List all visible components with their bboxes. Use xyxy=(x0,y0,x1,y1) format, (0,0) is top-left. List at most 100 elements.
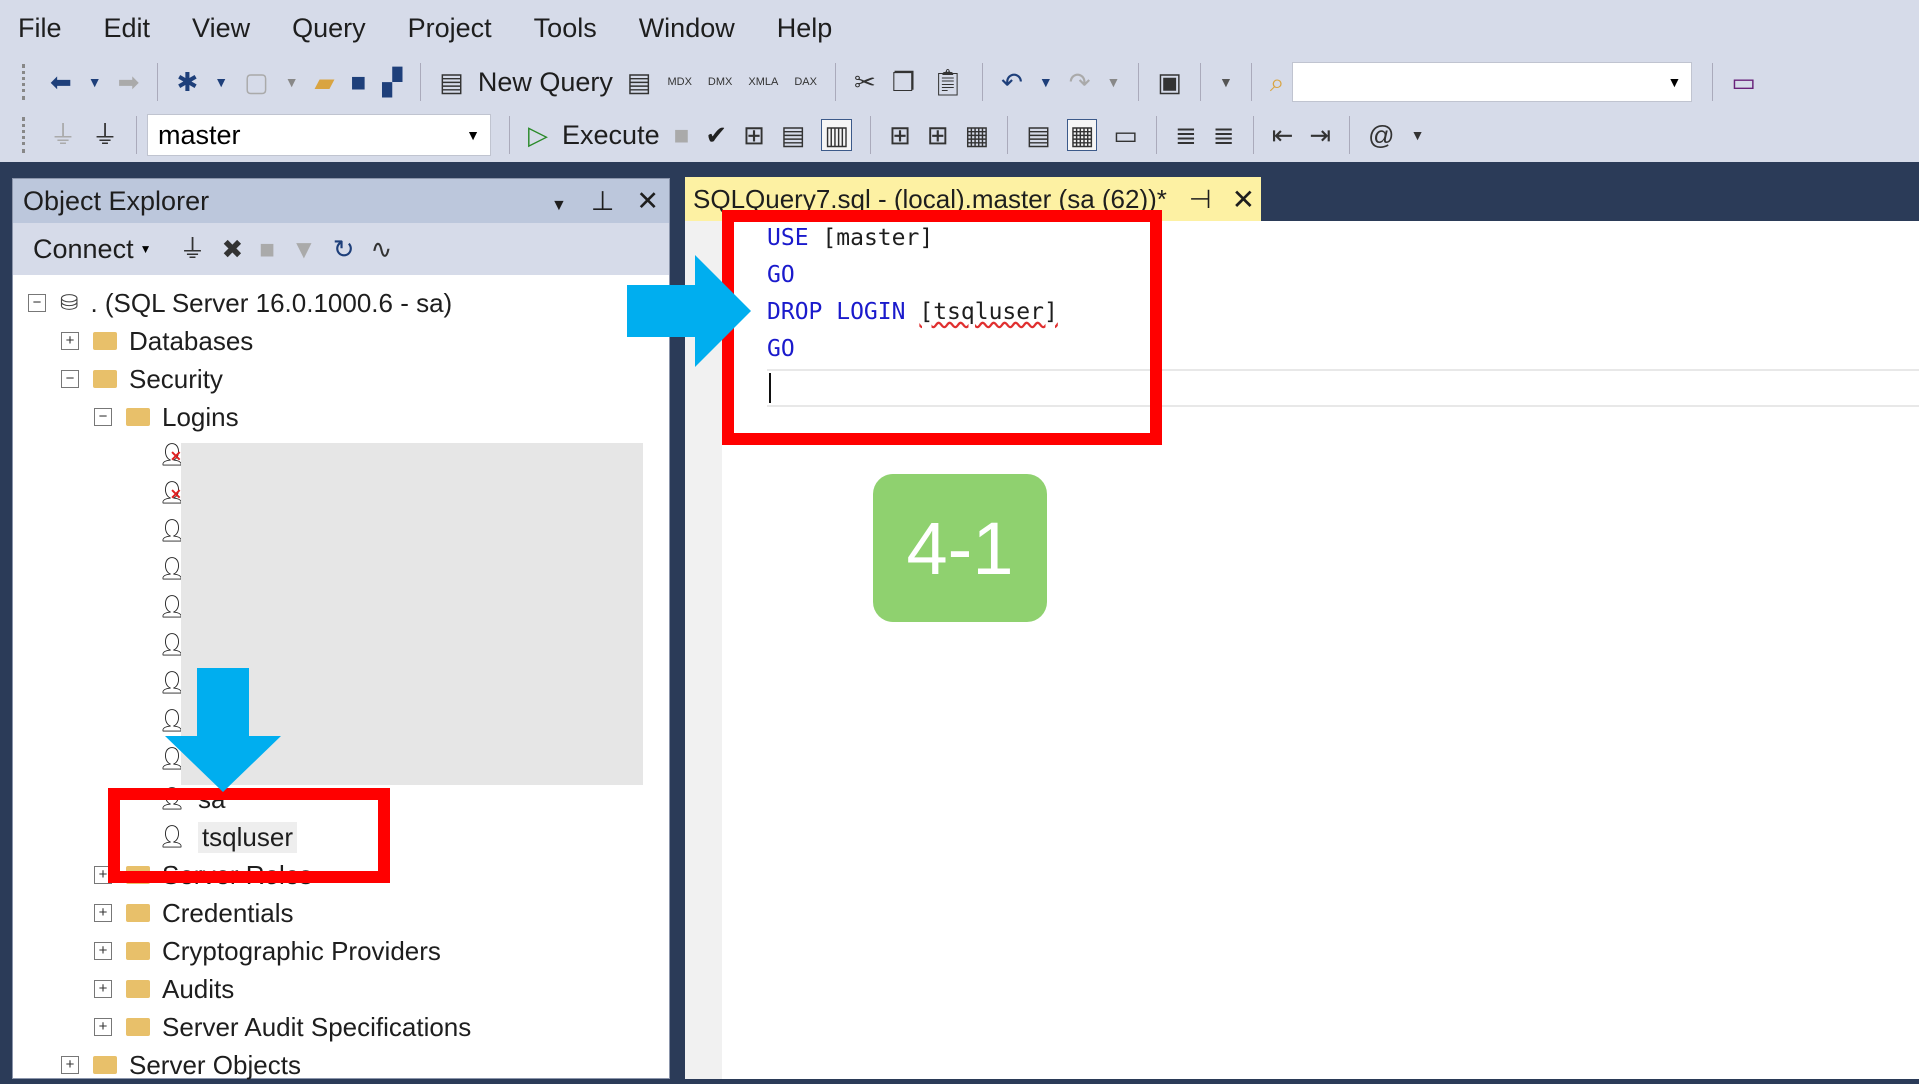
execute-icon[interactable]: ▷ xyxy=(528,122,548,148)
object-explorer-header: Object Explorer ▼ ⊥ ✕ xyxy=(13,179,669,223)
find-icon[interactable]: ⌕ xyxy=(1270,69,1285,95)
tree-label: Server Objects xyxy=(129,1049,301,1080)
dropdown-icon[interactable]: ▼ xyxy=(285,75,299,89)
pin-icon[interactable]: ⊣ xyxy=(1189,184,1212,215)
dropdown-icon[interactable]: ▼ xyxy=(1039,75,1053,89)
activity-monitor-icon[interactable]: ▣ xyxy=(1157,69,1182,95)
uncomment-icon[interactable]: ≣ xyxy=(1213,122,1235,148)
menu-file[interactable]: File xyxy=(18,13,62,44)
connect-dropdown-icon[interactable]: ▼ xyxy=(140,242,152,256)
tree-node-logins[interactable]: − Logins xyxy=(94,398,239,436)
mdx-query-icon[interactable]: MDX xyxy=(667,76,691,88)
new-query-button[interactable]: New Query xyxy=(478,67,613,98)
menu-edit[interactable]: Edit xyxy=(104,13,151,44)
database-select[interactable]: master ▼ xyxy=(147,114,492,156)
activity-monitor-icon[interactable]: ∿ xyxy=(371,236,393,262)
connect-button[interactable]: Connect xyxy=(33,234,134,265)
new-query-icon[interactable]: ▤ xyxy=(439,69,464,95)
xmla-query-icon[interactable]: XMLA xyxy=(748,76,778,88)
menu-help[interactable]: Help xyxy=(777,13,833,44)
menu-query[interactable]: Query xyxy=(292,13,366,44)
toolbar-options-icon[interactable]: ▼ xyxy=(1411,128,1425,142)
tree-node-databases[interactable]: + Databases xyxy=(61,322,253,360)
specify-template-values-icon[interactable]: @ xyxy=(1368,122,1394,148)
intellisense-icon[interactable]: ▥ xyxy=(821,119,853,151)
menu-tools[interactable]: Tools xyxy=(534,13,597,44)
tree-node-credentials[interactable]: + Credentials xyxy=(94,894,294,932)
comment-icon[interactable]: ≣ xyxy=(1175,122,1197,148)
change-connection-icon[interactable]: ⏚ xyxy=(92,122,118,148)
toolbar-grip[interactable] xyxy=(22,117,28,153)
menu-window[interactable]: Window xyxy=(639,13,735,44)
results-to-text-icon[interactable]: ▤ xyxy=(1026,122,1051,148)
step-badge: 4-1 xyxy=(873,474,1047,622)
tree-node-security[interactable]: − Security xyxy=(61,360,223,398)
live-stats-icon[interactable]: ⊞ xyxy=(927,122,949,148)
database-engine-query-icon[interactable]: ▤ xyxy=(627,69,652,95)
add-item-icon[interactable]: ▢ xyxy=(244,69,269,95)
close-icon[interactable]: ✕ xyxy=(636,186,659,216)
toolbar-grip[interactable] xyxy=(22,64,28,100)
indent-icon[interactable]: ⇥ xyxy=(1309,122,1331,148)
folder-icon xyxy=(93,332,117,350)
paste-icon[interactable]: 📋︎ xyxy=(931,69,964,95)
copy-icon[interactable]: ❐ xyxy=(892,69,915,95)
results-to-file-icon[interactable]: ▭ xyxy=(1113,122,1138,148)
folder-icon xyxy=(93,1056,117,1074)
redo-icon[interactable]: ↷ xyxy=(1069,69,1091,95)
back-icon[interactable]: ⬅ xyxy=(50,69,72,95)
folder-icon xyxy=(126,904,150,922)
save-all-icon[interactable]: ▞ xyxy=(382,69,402,95)
refresh-icon[interactable]: ↻ xyxy=(333,236,355,262)
estimated-plan-icon[interactable]: ⊞ xyxy=(743,122,765,148)
folder-icon xyxy=(126,942,150,960)
dropdown-icon[interactable]: ▼ xyxy=(1107,75,1121,89)
dmx-query-icon[interactable]: DMX xyxy=(708,76,732,88)
highlight-box-query xyxy=(722,210,1162,445)
connect-plug-icon[interactable]: ⏚ xyxy=(179,236,205,262)
tree-node-audits[interactable]: + Audits xyxy=(94,970,234,1008)
tree-node-cryptographic-providers[interactable]: + Cryptographic Providers xyxy=(94,932,441,970)
client-stats-icon[interactable]: ▦ xyxy=(965,122,990,148)
stop-icon[interactable]: ■ xyxy=(674,122,690,148)
folder-icon xyxy=(126,1018,150,1036)
dropdown-icon[interactable]: ▼ xyxy=(88,75,102,89)
filter-icon[interactable]: ▼ xyxy=(291,236,317,262)
outdent-icon[interactable]: ⇤ xyxy=(1272,122,1294,148)
tree-label: Databases xyxy=(129,325,254,356)
arrow-down-icon xyxy=(165,668,281,792)
execute-button[interactable]: Execute xyxy=(562,120,660,151)
connect-icon[interactable]: ⏚ xyxy=(50,122,76,148)
arrow-right-icon xyxy=(627,255,751,367)
tree-node-server-objects[interactable]: + Server Objects xyxy=(61,1046,301,1084)
menu-project[interactable]: Project xyxy=(408,13,492,44)
undo-icon[interactable]: ↶ xyxy=(1001,69,1023,95)
parse-icon[interactable]: ✔ xyxy=(705,122,727,148)
close-tab-icon[interactable]: ✕ xyxy=(1232,183,1255,216)
window-position-icon[interactable]: ▼ xyxy=(551,197,567,214)
pin-icon[interactable]: ⊥ xyxy=(591,186,615,216)
tree-node-server-audit-specifications[interactable]: + Server Audit Specifications xyxy=(94,1008,471,1046)
visual-studio-icon[interactable]: ▭ xyxy=(1731,69,1756,95)
forward-icon[interactable]: ➡ xyxy=(118,69,140,95)
dax-query-icon[interactable]: DAX xyxy=(794,76,817,88)
tree-label: Logins xyxy=(162,401,239,432)
query-options-icon[interactable]: ▤ xyxy=(781,122,806,148)
save-icon[interactable]: ■ xyxy=(351,69,367,95)
include-plan-icon[interactable]: ⊞ xyxy=(889,122,911,148)
dropdown-icon[interactable]: ▼ xyxy=(1219,75,1233,89)
dropdown-icon[interactable]: ▼ xyxy=(214,75,228,89)
menu-view[interactable]: View xyxy=(192,13,250,44)
tree-label: Audits xyxy=(162,973,235,1004)
tree-node-server[interactable]: − ⛁. (SQL Server 16.0.1000.6 - sa) xyxy=(28,284,452,322)
cut-icon[interactable]: ✂ xyxy=(854,69,876,95)
database-select-value: master xyxy=(158,119,241,150)
disconnect-icon[interactable]: ✖ xyxy=(221,236,243,262)
new-project-icon[interactable]: ✱ xyxy=(176,69,198,95)
search-combo[interactable]: ▼ xyxy=(1292,62,1693,102)
stop-icon[interactable]: ■ xyxy=(259,236,275,262)
tree-label: Credentials xyxy=(162,897,294,928)
results-to-grid-icon[interactable]: ▦ xyxy=(1066,119,1098,151)
open-file-icon[interactable]: ▰ xyxy=(315,69,335,95)
menu-bar: File Edit View Query Project Tools Windo… xyxy=(0,0,1919,56)
